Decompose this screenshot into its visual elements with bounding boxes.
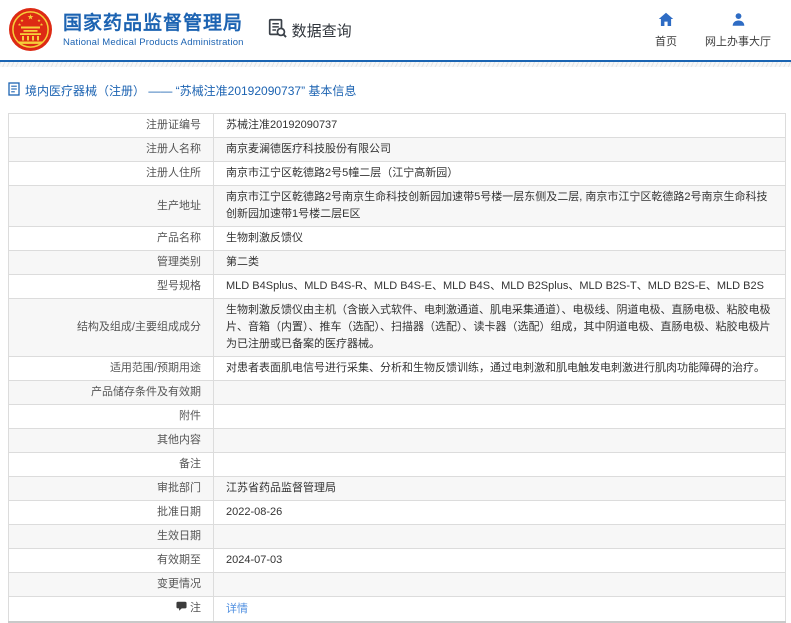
row-value <box>213 380 786 405</box>
table-row: 注册人住所 南京市江宁区乾德路2号5幢二层（江宁高新园） <box>8 161 786 186</box>
row-label: 产品储存条件及有效期 <box>8 380 214 405</box>
row-label: 注册人住所 <box>8 161 214 186</box>
breadcrumb: 境内医疗器械（注册） —— “苏械注准20192090737” 基本信息 <box>8 82 791 99</box>
hatched-strip <box>0 62 791 67</box>
row-label: 其他内容 <box>8 428 214 453</box>
table-row: 备注 <box>8 452 786 477</box>
row-label: 结构及组成/主要组成成分 <box>8 298 214 357</box>
table-row: 注册人名称 南京麦澜德医疗科技股份有限公司 <box>8 137 786 162</box>
data-query-label: 数据查询 <box>291 22 352 40</box>
row-value: 对患者表面肌电信号进行采集、分析和生物反馈训练，通过电刺激和肌电触发电刺激进行肌… <box>213 356 786 381</box>
user-icon <box>731 12 746 30</box>
org-name-cn: 国家药品监督管理局 <box>63 12 244 34</box>
table-row: 管理类别 第二类 <box>8 250 786 275</box>
table-row: 产品储存条件及有效期 <box>8 380 786 405</box>
table-row: 注详情 <box>8 596 786 623</box>
svg-text:★: ★ <box>18 22 22 27</box>
row-value <box>213 404 786 429</box>
row-label: 注 <box>8 596 214 623</box>
row-label: 注册人名称 <box>8 137 214 162</box>
row-value: 江苏省药品监督管理局 <box>213 476 786 501</box>
nav-item-home[interactable]: 首页 <box>655 12 677 49</box>
row-value: 第二类 <box>213 250 786 275</box>
nav-item-service-hall[interactable]: 网上办事大厅 <box>705 12 771 49</box>
table-row: 型号规格 MLD B4Splus、MLD B4S-R、MLD B4S-E、MLD … <box>8 274 786 299</box>
header-nav: 首页 网上办事大厅 <box>655 12 771 49</box>
row-label: 附件 <box>8 404 214 429</box>
row-value: 生物刺激反馈仪由主机（含嵌入式软件、电刺激通道、肌电采集通道）、电极线、阴道电极… <box>213 298 786 357</box>
table-row: 生产地址 南京市江宁区乾德路2号南京生命科技创新园加速带5号楼一层东侧及二层, 南… <box>8 185 786 227</box>
org-title-block: 国家药品监督管理局 National Medical Products Admi… <box>63 13 244 48</box>
svg-text:★: ★ <box>40 22 44 27</box>
row-label: 适用范围/预期用途 <box>8 356 214 381</box>
row-label: 审批部门 <box>8 476 214 501</box>
national-emblem-logo-icon: ★ ★ ★ ★ ★ <box>8 6 53 54</box>
row-value: 南京市江宁区乾德路2号5幢二层（江宁高新园） <box>213 161 786 186</box>
page-icon <box>8 82 20 99</box>
row-label: 管理类别 <box>8 250 214 275</box>
table-row: 审批部门 江苏省药品监督管理局 <box>8 476 786 501</box>
row-label: 型号规格 <box>8 274 214 299</box>
home-icon <box>658 12 674 30</box>
nav-home-label: 首页 <box>655 35 677 48</box>
row-value: 2024-07-03 <box>213 548 786 573</box>
row-value <box>213 524 786 549</box>
row-value: 2022-08-26 <box>213 500 786 525</box>
table-row: 附件 <box>8 404 786 429</box>
table-row: 批准日期 2022-08-26 <box>8 500 786 525</box>
detail-link[interactable]: 详情 <box>226 603 248 615</box>
table-row: 变更情况 <box>8 572 786 597</box>
row-label: 产品名称 <box>8 226 214 251</box>
table-row: 注册证编号 苏械注准20192090737 <box>8 113 786 138</box>
document-search-icon <box>268 18 287 42</box>
row-label: 生产地址 <box>8 185 214 227</box>
row-value: MLD B4Splus、MLD B4S-R、MLD B4S-E、MLD B4S、… <box>213 274 786 299</box>
row-value: 生物刺激反馈仪 <box>213 226 786 251</box>
breadcrumb-text: 境内医疗器械（注册） —— “苏械注准20192090737” 基本信息 <box>25 84 357 98</box>
note-icon <box>176 601 187 618</box>
row-value <box>213 428 786 453</box>
table-row: 结构及组成/主要组成成分 生物刺激反馈仪由主机（含嵌入式软件、电刺激通道、肌电采集… <box>8 298 786 357</box>
registration-info-table: 注册证编号 苏械注准20192090737 注册人名称 南京麦澜德医疗科技股份有限公司… <box>8 113 786 623</box>
table-row: 生效日期 <box>8 524 786 549</box>
row-value: 详情 <box>213 596 786 623</box>
org-name-en: National Medical Products Administration <box>63 36 244 48</box>
row-label: 注册证编号 <box>8 113 214 138</box>
data-query-tab[interactable]: 数据查询 <box>268 18 352 42</box>
row-value: 南京市江宁区乾德路2号南京生命科技创新园加速带5号楼一层东侧及二层, 南京市江宁… <box>213 185 786 227</box>
svg-text:★: ★ <box>27 13 34 22</box>
row-label: 备注 <box>8 452 214 477</box>
row-label: 有效期至 <box>8 548 214 573</box>
table-row: 有效期至 2024-07-03 <box>8 548 786 573</box>
header: ★ ★ ★ ★ ★ 国家药品监督管理局 National Medical Pro… <box>0 0 791 60</box>
row-label: 生效日期 <box>8 524 214 549</box>
row-label: 变更情况 <box>8 572 214 597</box>
row-value: 苏械注准20192090737 <box>213 113 786 138</box>
table-row: 其他内容 <box>8 428 786 453</box>
row-value: 南京麦澜德医疗科技股份有限公司 <box>213 137 786 162</box>
table-row: 适用范围/预期用途 对患者表面肌电信号进行采集、分析和生物反馈训练，通过电刺激和肌… <box>8 356 786 381</box>
nav-hall-label: 网上办事大厅 <box>705 35 771 48</box>
row-value <box>213 452 786 477</box>
table-row: 产品名称 生物刺激反馈仪 <box>8 226 786 251</box>
row-value <box>213 572 786 597</box>
row-label: 批准日期 <box>8 500 214 525</box>
info-table-body: 注册证编号 苏械注准20192090737 注册人名称 南京麦澜德医疗科技股份有限公司… <box>8 113 786 623</box>
